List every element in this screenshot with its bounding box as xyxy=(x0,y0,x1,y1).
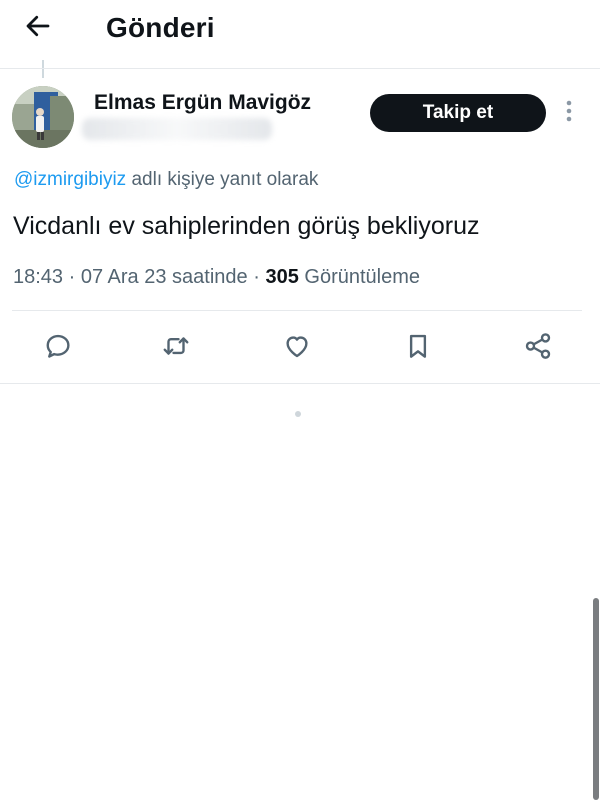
thread-connector-line xyxy=(42,60,44,78)
arrow-left-icon xyxy=(23,11,53,46)
like-button[interactable] xyxy=(279,330,315,366)
meta-separator: · xyxy=(253,266,260,288)
meta-separator: · xyxy=(68,266,76,288)
avatar-photo xyxy=(12,86,74,148)
post-text: Vicdanlı ev sahiplerinden görüş bekliyor… xyxy=(13,212,480,240)
reply-icon xyxy=(43,331,73,366)
avatar[interactable] xyxy=(12,86,74,148)
share-button[interactable] xyxy=(520,330,556,366)
more-vertical-icon xyxy=(566,100,572,127)
like-icon xyxy=(282,331,312,366)
reply-context-text: adlı kişiye yanıt olarak xyxy=(131,169,319,190)
divider xyxy=(0,383,600,384)
divider xyxy=(12,310,582,311)
post-actions-bar xyxy=(0,326,600,370)
page-title: Gönderi xyxy=(106,12,215,43)
scrollbar-thumb[interactable] xyxy=(593,598,599,800)
author-name[interactable]: Elmas Ergün Mavigöz xyxy=(94,89,311,117)
more-options-button[interactable] xyxy=(558,96,580,130)
divider xyxy=(0,68,600,69)
reply-button[interactable] xyxy=(40,330,76,366)
views-label: Görüntüleme xyxy=(304,266,421,288)
bookmark-button[interactable] xyxy=(400,330,436,366)
back-button[interactable] xyxy=(20,10,56,46)
post-date[interactable]: 07 Ara 23 saatinde xyxy=(81,266,248,288)
reply-mention-link[interactable]: @izmirgibiyiz xyxy=(14,169,126,190)
top-app-bar: Gönderi xyxy=(0,0,600,56)
repost-icon xyxy=(161,331,191,366)
views-count: 305 xyxy=(265,266,299,288)
post-time[interactable]: 18:43 xyxy=(13,266,63,288)
share-icon xyxy=(523,331,553,366)
bookmark-icon xyxy=(403,331,433,366)
author-handle-blurred xyxy=(82,118,272,140)
post-detail-screen: Gönderi Elmas Ergün Mavigöz Takip et @iz… xyxy=(0,0,600,800)
reply-context: @izmirgibiyiz adlı kişiye yanıt olarak xyxy=(14,168,318,192)
follow-button[interactable]: Takip et xyxy=(370,94,546,132)
repost-button[interactable] xyxy=(158,330,194,366)
post-meta: 18:43 · 07 Ara 23 saatinde · 305 Görüntü… xyxy=(13,263,420,291)
loading-indicator xyxy=(295,411,301,417)
